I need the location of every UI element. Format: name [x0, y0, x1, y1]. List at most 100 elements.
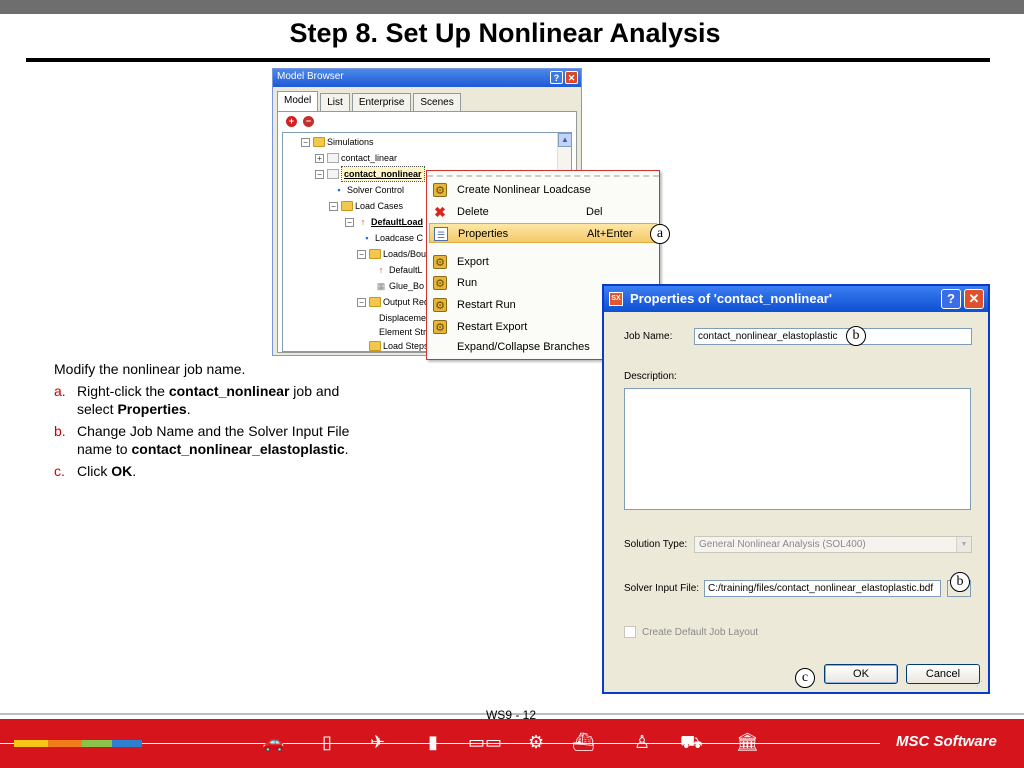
resize-grip-icon[interactable]: ⋰ — [976, 680, 986, 690]
instructions: Modify the nonlinear job name. a. Right-… — [54, 360, 354, 484]
tab-enterprise[interactable]: Enterprise — [351, 93, 412, 111]
menu-item-export[interactable]: ⚙ Export — [429, 252, 657, 272]
truck-icon: ⛟ — [680, 732, 703, 752]
tree-item-label: Loadcase C — [375, 233, 424, 243]
tree-item-output-requests[interactable]: − Output Req — [357, 295, 429, 309]
dialog-titlebar: SX Properties of 'contact_nonlinear' ? ✕ — [604, 286, 988, 312]
callout-a: a — [650, 224, 670, 244]
description-textarea[interactable] — [624, 388, 971, 510]
tree-item-contact-linear[interactable]: + contact_linear — [315, 151, 397, 165]
menu-item-label: Expand/Collapse Branches — [457, 341, 590, 353]
close-icon[interactable]: ✕ — [565, 71, 578, 84]
folder-open-icon — [369, 297, 381, 307]
tree-item-simulations[interactable]: − Simulations — [301, 135, 374, 149]
tree-item-load-cases[interactable]: − Load Cases — [329, 199, 403, 213]
tree-item-label: contact_nonlinear — [341, 166, 425, 182]
tree-item-label: DefaultLoad — [371, 217, 424, 227]
expand-all-icon[interactable]: + — [286, 116, 297, 127]
menu-item-create-nonlinear-loadcase[interactable]: ⚙ Create Nonlinear Loadcase — [429, 180, 657, 200]
document-icon — [327, 153, 339, 163]
app-icon: SX — [609, 292, 623, 306]
solver-input-label: Solver Input File: — [624, 583, 700, 594]
msc-software-logo: MSC Software — [896, 733, 997, 750]
cancel-button[interactable]: Cancel — [906, 664, 980, 684]
phone-icon: ▯ — [322, 732, 332, 752]
tree-item-loadcase-control[interactable]: ▪ Loadcase C — [361, 231, 423, 245]
building-icon: 🏛 — [736, 732, 759, 752]
gear-icon: ⚙ — [433, 298, 447, 312]
job-name-label: Job Name: — [624, 331, 673, 342]
instructions-intro: Modify the nonlinear job name. — [54, 361, 246, 377]
job-name-input[interactable]: contact_nonlinear_elastoplastic — [694, 328, 972, 345]
step-text: Right-click the — [77, 383, 169, 399]
gear-icon: ⚙ — [433, 276, 447, 290]
tree-item-glue-body[interactable]: ▦ Glue_Bo — [375, 279, 424, 293]
gear-icon: ⚙ — [433, 320, 447, 334]
tree-item-element-stress[interactable]: Element Str — [379, 325, 426, 339]
model-browser-titlebar: Model Browser ? ✕ — [273, 69, 581, 87]
step-text: . — [186, 401, 191, 417]
checkbox-label: Create Default Job Layout — [642, 626, 759, 638]
help-icon[interactable]: ? — [550, 71, 563, 84]
callout-c: c — [795, 668, 815, 688]
collapse-icon[interactable]: − — [345, 217, 354, 227]
tree-item-displacement[interactable]: Displacemen — [379, 311, 431, 325]
tree-item-default-loadcase[interactable]: − ↑ DefaultLoad — [345, 215, 423, 229]
expand-icon[interactable]: + — [315, 153, 324, 163]
model-browser-title: Model Browser — [277, 71, 344, 82]
step-marker: c. — [54, 463, 65, 479]
footer-color-bar-end — [142, 740, 143, 747]
step-c: c. Click OK. — [54, 462, 354, 480]
collapse-icon[interactable]: − — [301, 137, 310, 147]
tree-item-loads-boundaries[interactable]: − Loads/Boun — [357, 247, 431, 261]
tree-item-solver-control[interactable]: ▪ Solver Control — [333, 183, 404, 197]
airplane-icon: ✈ — [370, 732, 386, 752]
slide: Step 8. Set Up Nonlinear Analysis Model … — [0, 0, 1024, 768]
bottle-icon: ▮ — [428, 732, 438, 752]
collapse-icon[interactable]: − — [357, 297, 366, 307]
gear-icon: ⚙ — [433, 255, 447, 269]
tree-item-load-steps[interactable]: Load Steps — [369, 339, 429, 351]
collapse-icon[interactable]: − — [329, 201, 338, 211]
create-default-job-layout-checkbox[interactable]: Create Default Job Layout — [624, 626, 758, 638]
step-text: Click — [77, 463, 112, 479]
solver-control-icon: ▪ — [365, 233, 369, 243]
menu-item-delete[interactable]: ✖ Delete Del — [429, 202, 657, 222]
tree-item-label: Element Str — [379, 327, 427, 337]
tree-item-contact-nonlinear[interactable]: − contact_nonlinear — [315, 166, 425, 182]
delete-x-icon: ✖ — [434, 204, 446, 220]
document-icon — [327, 169, 339, 179]
tree-item-default-load[interactable]: ↑ DefaultL — [375, 263, 423, 277]
collapse-icon[interactable]: − — [357, 249, 366, 259]
step-text-bold: contact_nonlinear — [168, 383, 290, 399]
collapse-all-icon[interactable]: − — [303, 116, 314, 127]
callout-b-solver-input: b — [950, 572, 970, 592]
menu-item-label: Delete — [457, 206, 489, 218]
folder-open-icon — [341, 201, 353, 211]
top-bar — [0, 0, 1024, 14]
footer-color-bar — [48, 740, 82, 747]
tab-list[interactable]: List — [320, 93, 350, 111]
footer-color-bar — [112, 740, 142, 747]
ok-button[interactable]: OK — [824, 664, 898, 684]
dialog-title: Properties of 'contact_nonlinear' — [630, 291, 832, 306]
step-a: a. Right-click the contact_nonlinear job… — [54, 382, 354, 418]
tab-model[interactable]: Model — [277, 91, 319, 111]
solver-control-icon: ▪ — [337, 185, 341, 195]
step-marker: a. — [54, 383, 66, 399]
close-button[interactable]: ✕ — [964, 289, 984, 309]
step-text: . — [132, 463, 137, 479]
menu-item-label: Properties — [458, 228, 509, 240]
collapse-icon[interactable]: − — [315, 169, 324, 179]
help-button[interactable]: ? — [941, 289, 961, 309]
tab-scenes[interactable]: Scenes — [413, 93, 461, 111]
step-text-bold: Properties — [117, 401, 187, 417]
properties-dialog: SX Properties of 'contact_nonlinear' ? ✕… — [602, 284, 990, 694]
step-text: . — [344, 441, 349, 457]
menu-item-properties[interactable]: ☰ Properties Alt+Enter — [429, 223, 657, 243]
checkbox-box[interactable] — [624, 626, 636, 638]
solver-input-field[interactable]: C:/training/files/contact_nonlinear_elas… — [704, 580, 941, 597]
folder-open-icon — [369, 249, 381, 259]
scroll-up-icon[interactable]: ▲ — [558, 133, 571, 147]
tree-item-label: Displacemen — [379, 313, 432, 323]
